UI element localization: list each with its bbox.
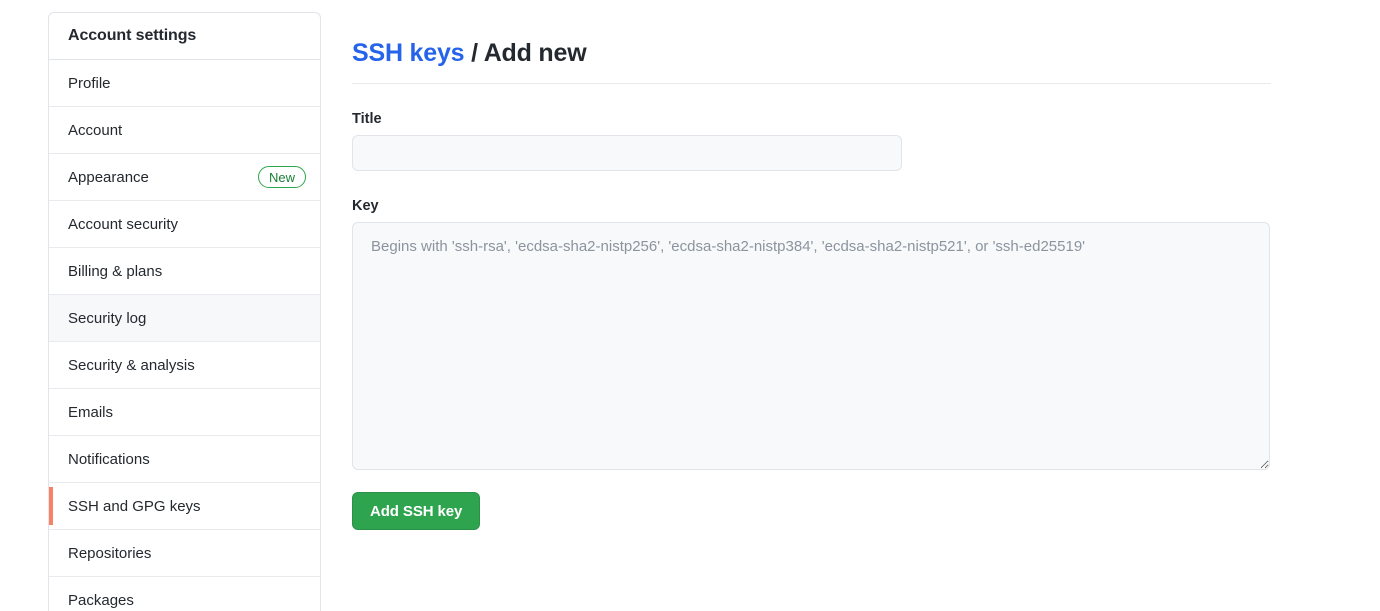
sidebar-item-label: Packages [68, 592, 134, 609]
add-ssh-key-button[interactable]: Add SSH key [352, 492, 481, 530]
settings-page: Account settings Profile Account Appearanc… [0, 0, 1380, 611]
sidebar-item-emails[interactable]: Emails [49, 389, 320, 436]
breadcrumb-current: Add new [483, 38, 587, 67]
sidebar-item-label: Appearance [68, 168, 149, 186]
sidebar-item-security-log[interactable]: Security log [49, 295, 320, 342]
sidebar-item-label: Account [68, 121, 123, 139]
sidebar-item-label: Billing & plans [68, 262, 163, 280]
sidebar-item-label: Emails [68, 403, 114, 421]
breadcrumb-ssh-keys-link[interactable]: SSH keys [352, 39, 465, 67]
sidebar-item-label: Notifications [68, 450, 150, 468]
sidebar-item-appearance[interactable]: Appearance New [49, 154, 320, 201]
title-input[interactable] [352, 135, 902, 171]
sidebar-item-label: Security log [68, 309, 147, 327]
main-content: SSH keys / Add new Title Key Add SSH key [352, 12, 1271, 530]
title-field-label: Title [352, 111, 382, 127]
sidebar-item-packages[interactable]: Packages [49, 577, 320, 611]
page-title: SSH keys / Add new [352, 29, 1271, 84]
key-field-label: Key [352, 198, 379, 214]
sidebar-item-billing-plans[interactable]: Billing & plans [49, 248, 320, 295]
sidebar-item-notifications[interactable]: Notifications [49, 436, 320, 483]
sidebar-item-account-security[interactable]: Account security [49, 201, 320, 248]
sidebar-item-account[interactable]: Account [49, 107, 320, 154]
sidebar-nav-list: Profile Account Appearance New Account secur… [49, 60, 320, 611]
account-settings-sidebar: Account settings Profile Account Appearanc… [48, 12, 321, 611]
sidebar-item-label: SSH and GPG keys [68, 497, 201, 515]
new-badge: New [257, 166, 306, 188]
sidebar-item-repositories[interactable]: Repositories [49, 530, 320, 577]
breadcrumb-separator: / [464, 38, 484, 67]
sidebar-item-security-analysis[interactable]: Security & analysis [49, 342, 320, 389]
sidebar-item-label: Security & analysis [68, 356, 195, 374]
key-textarea[interactable] [352, 222, 1270, 470]
sidebar-item-profile[interactable]: Profile [49, 60, 320, 107]
sidebar-item-label: Profile [68, 74, 111, 92]
sidebar-header-title: Account settings [49, 13, 320, 60]
sidebar-item-ssh-and-gpg-keys[interactable]: SSH and GPG keys [49, 483, 320, 530]
sidebar-item-label: Account security [68, 215, 179, 233]
sidebar-item-label: Repositories [68, 544, 152, 562]
